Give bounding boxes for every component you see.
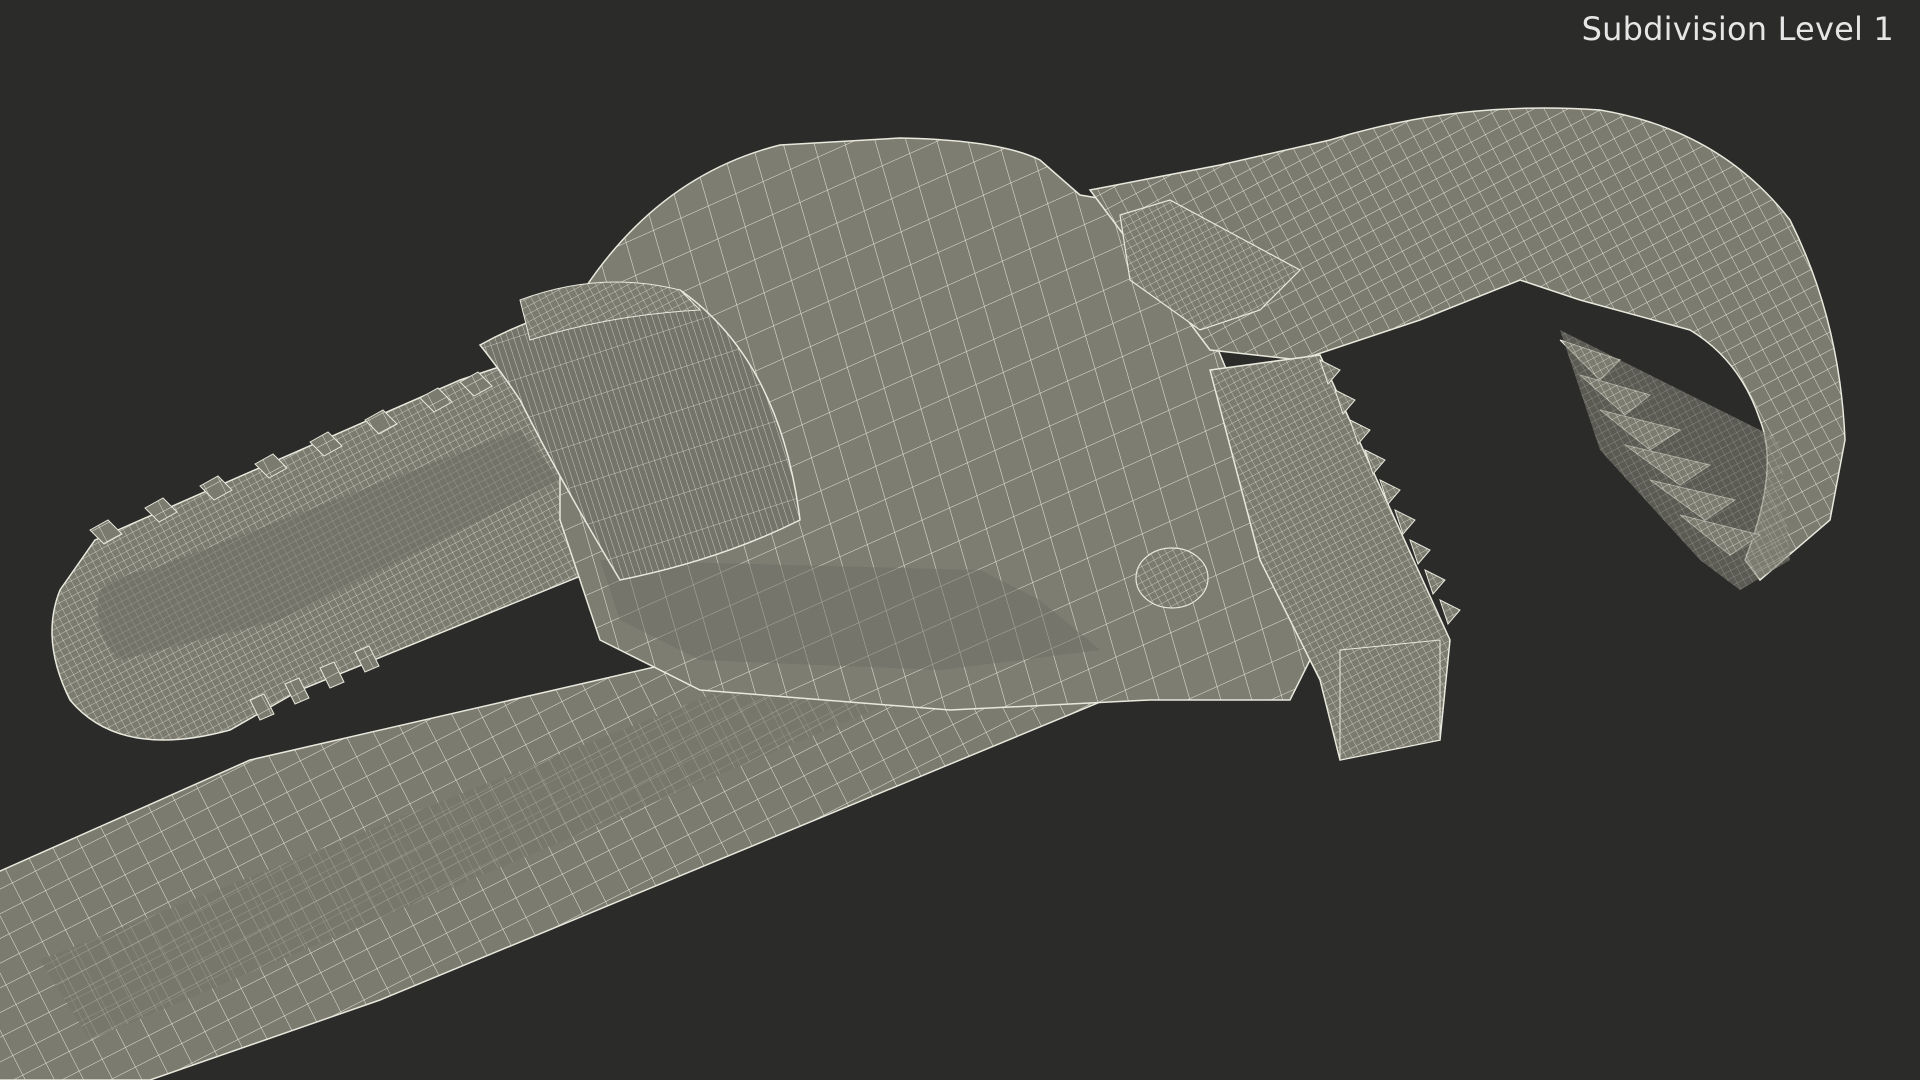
render-viewport: Subdivision Level 1	[0, 0, 1920, 1080]
subdivision-level-label: Subdivision Level 1	[1581, 10, 1894, 48]
pipe-wrench-wireframe	[0, 107, 1846, 1080]
